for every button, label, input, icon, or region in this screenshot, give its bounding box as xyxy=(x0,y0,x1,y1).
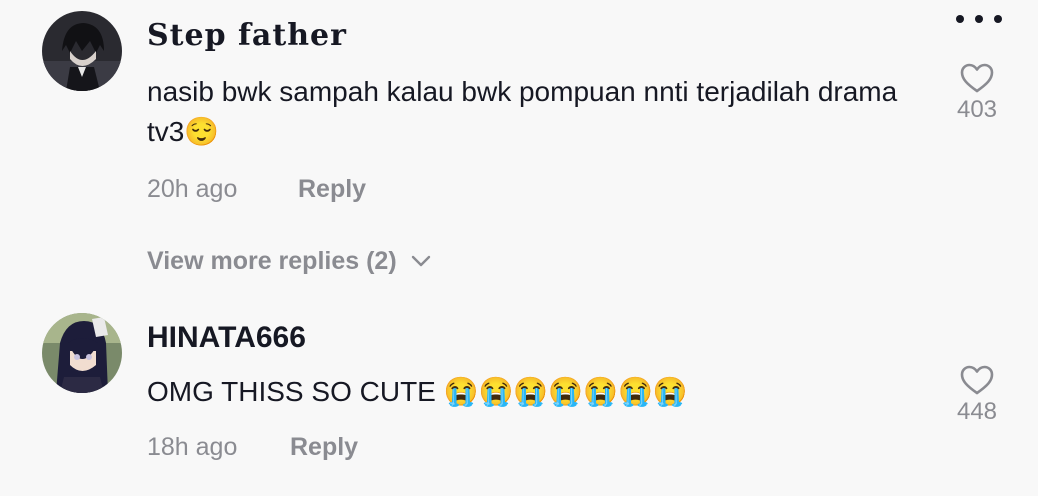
avatar-comment-1[interactable] xyxy=(42,11,122,91)
more-options-icon[interactable] xyxy=(956,8,1002,30)
view-more-replies-label: View more replies (2) xyxy=(147,247,397,275)
dot xyxy=(975,15,983,23)
avatar-comment-2[interactable] xyxy=(42,313,122,393)
comment-1-like-button[interactable]: 403 xyxy=(942,62,1012,124)
comment-2-text: OMG THISS SO CUTE 😭😭😭😭😭😭😭 xyxy=(147,376,688,407)
comment-2-reply-button[interactable]: Reply xyxy=(290,432,358,462)
comment-1-timestamp: 20h ago xyxy=(147,175,238,203)
comment-1-text: nasib bwk sampah kalau bwk pompuan nnti … xyxy=(147,76,898,147)
comment-2-like-count: 448 xyxy=(956,398,998,425)
comment-1-username[interactable]: Step father xyxy=(147,18,347,54)
comment-2-username[interactable]: HINATA666 xyxy=(147,320,306,356)
dot xyxy=(994,15,1002,23)
view-more-replies-button[interactable]: View more replies (2) xyxy=(147,246,431,276)
chevron-down-icon xyxy=(411,255,430,267)
heart-outline-icon xyxy=(960,365,994,395)
avatar-image xyxy=(42,313,122,393)
comment-1-like-count: 403 xyxy=(956,96,998,123)
comment-2-timestamp: 18h ago xyxy=(147,433,238,461)
comment-2-like-button[interactable]: 448 xyxy=(942,364,1012,426)
comment-1-reply-button[interactable]: Reply xyxy=(298,174,366,204)
heart-outline-icon xyxy=(960,63,994,93)
dot xyxy=(956,15,964,23)
avatar-image xyxy=(42,11,122,91)
